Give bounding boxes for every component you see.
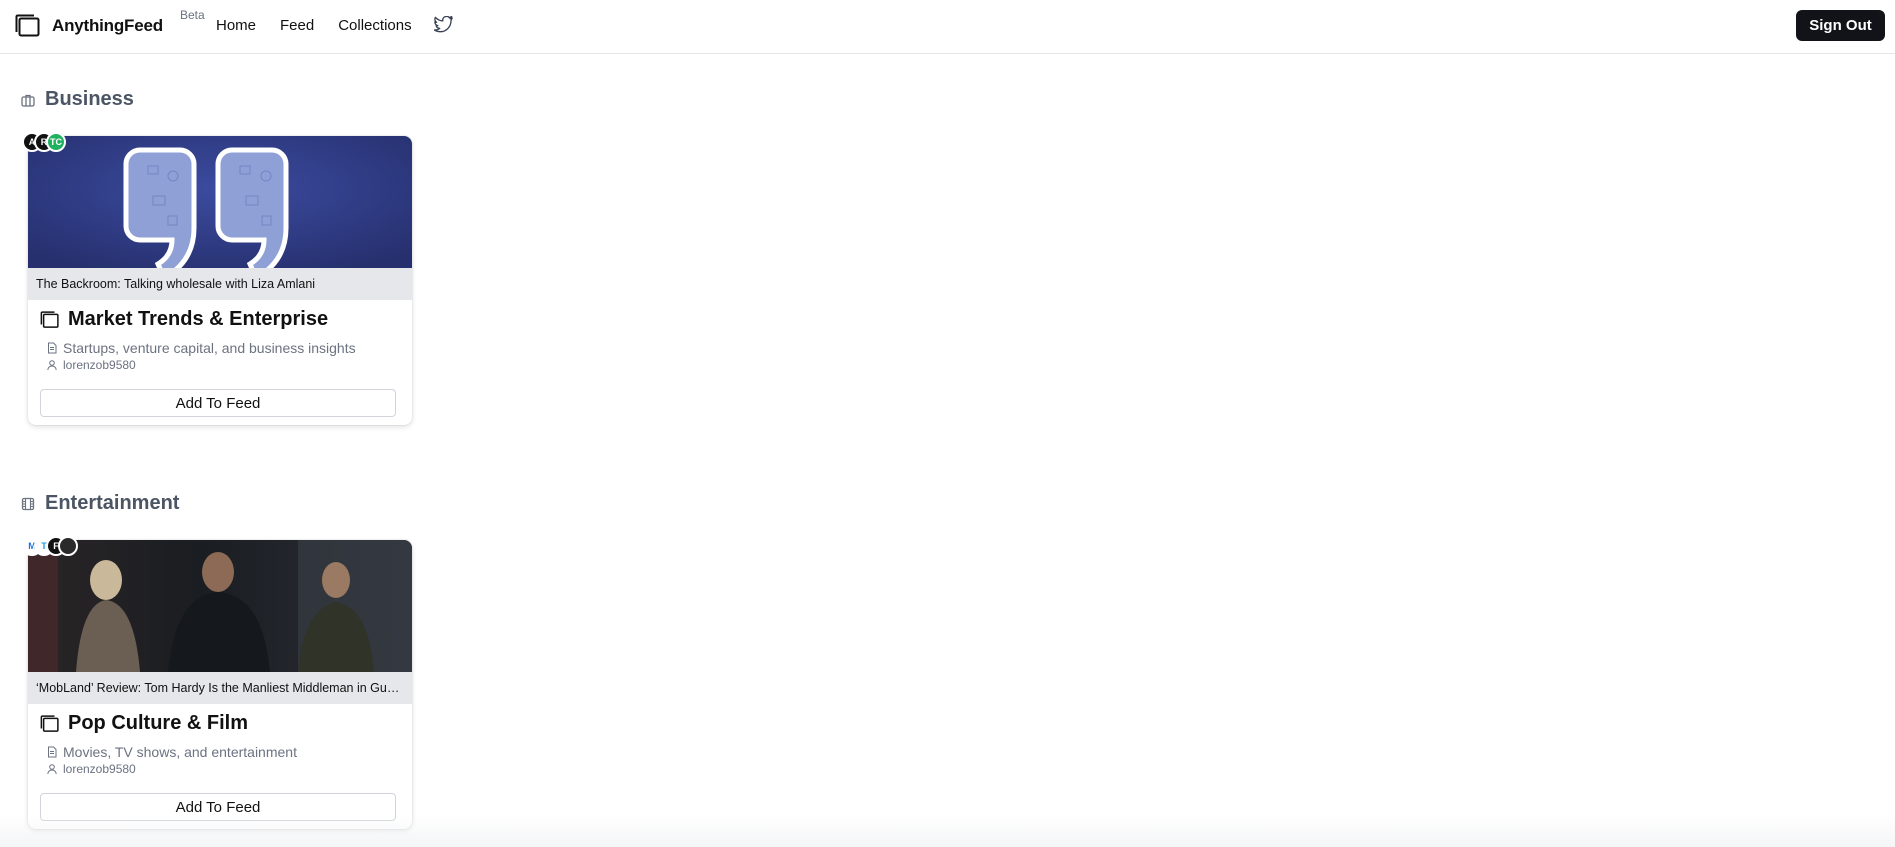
bottom-scroll-fade (0, 815, 1895, 847)
twitter-icon[interactable] (433, 15, 454, 34)
add-to-feed-button[interactable]: Add To Feed (40, 389, 396, 417)
top-navigation-bar: AnythingFeed Beta Home Feed Collections … (0, 0, 1895, 54)
stack-icon (40, 714, 59, 732)
document-icon (48, 342, 57, 354)
owner-name[interactable]: lorenzob9580 (63, 762, 136, 776)
collection-card-entertainment[interactable]: M T F ‘MobLand’ Review: Tom Hardy Is the… (22, 536, 412, 829)
brand[interactable]: AnythingFeed Beta (15, 8, 205, 38)
description-text: Startups, venture capital, and business … (63, 340, 356, 356)
source-avatar: TC (46, 132, 66, 152)
document-icon (48, 746, 57, 758)
brand-name[interactable]: AnythingFeed (52, 16, 163, 36)
section-title-entertainment: Entertainment (45, 492, 180, 514)
collection-card-business[interactable]: A R TC The Backroom: Talking wholesale w… (22, 132, 412, 425)
collection-description: Movies, TV shows, and entertainment (46, 744, 297, 760)
sign-out-button[interactable]: Sign Out (1796, 10, 1885, 41)
main-nav: Home Feed Collections (216, 15, 454, 34)
article-thumbnail[interactable] (28, 540, 412, 672)
collection-title-text: Market Trends & Enterprise (68, 308, 329, 330)
section-header-entertainment: Entertainment (21, 492, 179, 515)
article-caption[interactable]: The Backroom: Talking wholesale with Liz… (28, 268, 412, 300)
collection-description: Startups, venture capital, and business … (46, 340, 356, 356)
collection-title-text: Pop Culture & Film (68, 712, 248, 734)
article-thumbnail[interactable] (28, 136, 412, 268)
article-caption[interactable]: ‘MobLand’ Review: Tom Hardy Is the Manli… (28, 672, 412, 704)
collection-owner: lorenzob9580 (46, 762, 136, 776)
collection-title: Pop Culture & Film (40, 712, 248, 735)
nav-feed[interactable]: Feed (280, 17, 314, 34)
nav-collections[interactable]: Collections (338, 17, 411, 34)
beta-badge: Beta (180, 8, 205, 22)
nav-home[interactable]: Home (216, 17, 256, 34)
collection-title: Market Trends & Enterprise (40, 308, 328, 331)
owner-name[interactable]: lorenzob9580 (63, 358, 136, 372)
film-icon (21, 497, 35, 511)
user-icon (47, 360, 57, 371)
source-avatar (58, 536, 78, 556)
stack-icon (40, 310, 59, 328)
user-icon (47, 764, 57, 775)
briefcase-icon (21, 93, 35, 107)
source-avatars: M T F (22, 536, 78, 556)
section-title-business: Business (45, 88, 134, 110)
collection-owner: lorenzob9580 (46, 358, 136, 372)
section-header-business: Business (21, 88, 134, 111)
description-text: Movies, TV shows, and entertainment (63, 744, 297, 760)
source-avatars: A R TC (22, 132, 66, 152)
stack-logo-icon (15, 14, 41, 38)
